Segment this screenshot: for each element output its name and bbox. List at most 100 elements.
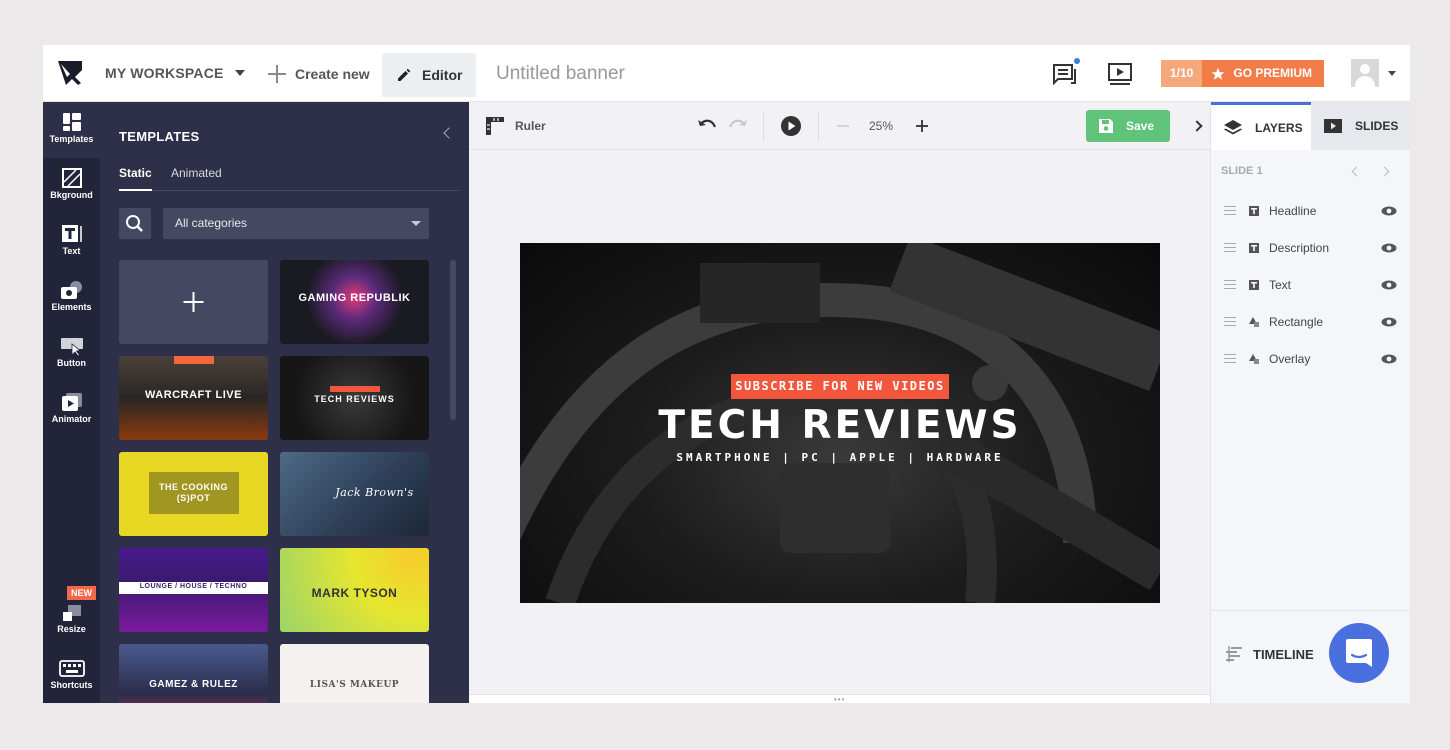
ruler-label[interactable]: Ruler (515, 119, 546, 133)
template-thumb[interactable]: WARCRAFT LIVE (119, 356, 268, 440)
go-premium-button[interactable]: 1/10 GO PREMIUM (1161, 60, 1325, 87)
collapse-panel-icon[interactable] (443, 127, 455, 139)
timeline-resize-handle[interactable]: ••• (469, 694, 1210, 703)
eye-icon[interactable] (1381, 280, 1397, 290)
workspace-name[interactable]: MY WORKSPACE (105, 65, 224, 81)
category-select[interactable]: All categories (163, 208, 429, 239)
toolbar-separator (818, 112, 819, 142)
template-thumb[interactable]: LOUNGE / HOUSE / TECHNO (119, 548, 268, 632)
chat-icon (1346, 639, 1372, 667)
slide-prev-icon[interactable] (1351, 166, 1362, 177)
eye-icon[interactable] (1381, 206, 1397, 216)
banner-title-input[interactable] (496, 63, 796, 85)
layers-panel: LAYERS SLIDES SLIDE 1 Headline Descripti… (1210, 102, 1410, 703)
layer-overlay[interactable]: Overlay (1211, 340, 1410, 377)
template-thumb[interactable]: TECH REVIEWS (280, 356, 429, 440)
add-template-button[interactable] (119, 260, 268, 344)
editor-button[interactable]: Editor (382, 53, 476, 97)
zoom-in-icon[interactable] (915, 119, 929, 133)
background-icon (61, 168, 82, 188)
drag-handle-icon[interactable] (1224, 317, 1236, 326)
drag-dots-icon: ••• (834, 695, 846, 704)
templates-scrollbar[interactable] (450, 260, 456, 420)
rail-label: Elements (51, 302, 92, 312)
create-new-button[interactable]: Create new (268, 61, 370, 87)
play-icon[interactable] (780, 115, 802, 137)
preview-button[interactable] (1107, 61, 1133, 87)
rail-item-shortcuts[interactable]: Shortcuts (43, 648, 100, 703)
tab-static[interactable]: Static (119, 166, 152, 180)
pencil-icon (398, 68, 411, 81)
template-thumb[interactable]: MARK TYSON (280, 548, 429, 632)
eye-icon[interactable] (1381, 243, 1397, 253)
eye-icon[interactable] (1381, 354, 1397, 364)
banner-canvas[interactable]: SUBSCRIBE FOR NEW VIDEOS TECH REVIEWS SM… (520, 243, 1160, 603)
banner-description[interactable]: SMARTPHONE | PC | APPLE | HARDWARE (520, 451, 1160, 464)
template-thumb[interactable]: LISA'S MAKEUP (280, 644, 429, 703)
slides-icon (1324, 119, 1342, 133)
slide-next-icon[interactable] (1379, 166, 1390, 177)
save-label: Save (1126, 119, 1155, 133)
template-name: WARCRAFT LIVE (145, 389, 242, 401)
tab-animated[interactable]: Animated (171, 166, 222, 180)
drag-handle-icon[interactable] (1224, 354, 1236, 363)
timeline-divider (1211, 610, 1410, 611)
template-search-button[interactable] (119, 208, 151, 239)
chat-button[interactable] (1329, 623, 1389, 683)
save-icon (1099, 119, 1113, 133)
logo-icon[interactable] (57, 60, 83, 86)
template-thumb[interactable]: Jack Brown's (280, 452, 429, 536)
save-button[interactable]: Save (1086, 110, 1170, 142)
layer-name: Rectangle (1269, 314, 1324, 329)
template-name: THE COOKING (S)POT (158, 482, 228, 503)
template-name: Jack Brown's (335, 486, 414, 499)
undo-icon[interactable] (696, 116, 718, 136)
timeline-toggle[interactable]: TIMELINE (1225, 645, 1314, 663)
tab-slides[interactable]: SLIDES (1311, 102, 1410, 150)
canvas-area: Ruler 25% Save SUBSCRIBE FOR NEW VIDEOS … (469, 102, 1210, 703)
template-name: GAMING REPUBLIK (298, 292, 411, 304)
layer-headline[interactable]: Headline (1211, 192, 1410, 229)
rail-label: Resize (57, 624, 86, 634)
comments-button[interactable] (1052, 58, 1080, 87)
banner-subscribe-label[interactable]: SUBSCRIBE FOR NEW VIDEOS (731, 374, 949, 399)
rail-item-resize[interactable]: NEW Resize (43, 586, 100, 648)
template-thumb[interactable]: THE COOKING (S)POT (119, 452, 268, 536)
template-thumb[interactable]: GAMEZ & RULEZ (119, 644, 268, 703)
toolbar-separator (763, 112, 764, 142)
preview-icon (1108, 63, 1132, 85)
rail-item-text[interactable]: Text (43, 214, 100, 270)
zoom-out-icon[interactable] (836, 120, 850, 132)
rail-label: Animator (51, 414, 92, 424)
layer-description[interactable]: Description (1211, 229, 1410, 266)
active-tab-indicator (119, 189, 152, 191)
redo-icon[interactable] (727, 116, 749, 136)
rail-item-templates[interactable]: Templates (43, 102, 100, 158)
rail-item-elements[interactable]: Elements (43, 270, 100, 326)
rail-item-button[interactable]: Button (43, 326, 100, 382)
templates-icon (62, 113, 81, 131)
layer-name: Text (1269, 277, 1292, 292)
layer-rectangle[interactable]: Rectangle (1211, 303, 1410, 340)
banner-headline[interactable]: TECH REVIEWS (520, 403, 1160, 448)
plus-icon (183, 292, 204, 312)
drag-handle-icon[interactable] (1224, 243, 1236, 252)
eye-icon[interactable] (1381, 317, 1397, 327)
layer-name: Headline (1269, 203, 1317, 218)
tab-layers[interactable]: LAYERS (1211, 102, 1311, 150)
rail-item-background[interactable]: Bkground (43, 158, 100, 214)
chevron-right-icon[interactable] (1191, 120, 1203, 132)
rail-item-animator[interactable]: Animator (43, 382, 100, 438)
shape-layer-icon (1249, 353, 1259, 364)
user-avatar[interactable] (1351, 59, 1379, 87)
premium-count: 1/10 (1161, 60, 1203, 87)
drag-handle-icon[interactable] (1224, 206, 1236, 215)
text-layer-icon (1249, 242, 1259, 253)
account-dropdown-icon[interactable] (1388, 71, 1396, 76)
new-badge: NEW (67, 586, 96, 600)
layer-text[interactable]: Text (1211, 266, 1410, 303)
workspace-dropdown-icon[interactable] (235, 70, 245, 76)
ruler-icon[interactable] (485, 116, 505, 136)
drag-handle-icon[interactable] (1224, 280, 1236, 289)
template-thumb[interactable]: GAMING REPUBLIK (280, 260, 429, 344)
